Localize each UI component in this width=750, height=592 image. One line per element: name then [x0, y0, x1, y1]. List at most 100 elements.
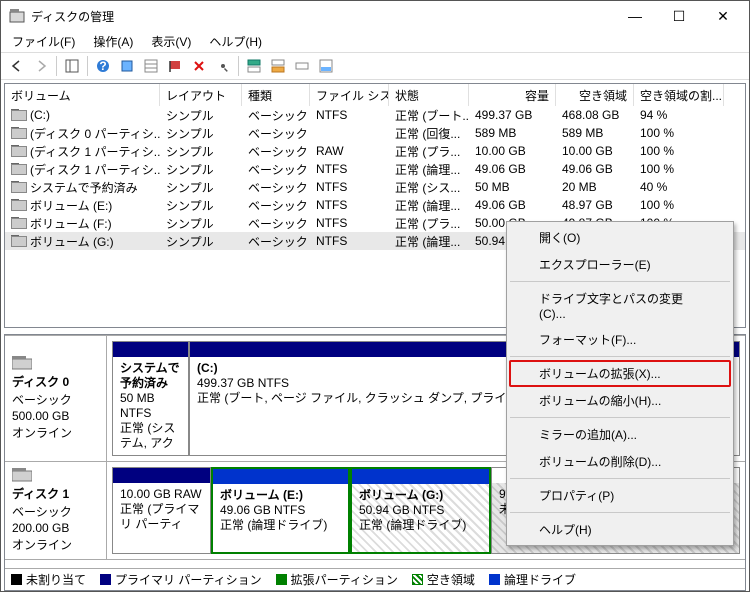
part-title: ボリューム (G:): [359, 488, 482, 503]
legend-swatch: [412, 574, 423, 585]
partition[interactable]: 10.00 GB RAW正常 (プライマリ パーティ: [112, 467, 211, 554]
context-menu-item[interactable]: エクスプローラー(E): [509, 251, 731, 278]
disk-type: ベーシック: [12, 391, 99, 408]
context-menu-item[interactable]: ボリュームの拡張(X)...: [509, 360, 731, 387]
legend-item: プライマリ パーティション: [100, 571, 262, 588]
svg-text:?: ?: [99, 59, 106, 73]
volume-row[interactable]: (C:)シンプルベーシックNTFS正常 (ブート...499.37 GB468.…: [5, 106, 745, 124]
cell-capacity: 50 MB: [469, 180, 556, 194]
context-menu-item[interactable]: ヘルプ(H): [509, 516, 731, 543]
cell-free: 20 MB: [556, 180, 634, 194]
partition[interactable]: ボリューム (E:)49.06 GB NTFS正常 (論理ドライブ): [211, 467, 350, 554]
disk-view-single-icon[interactable]: [290, 54, 314, 78]
disk-name: ディスク 1: [12, 485, 99, 502]
col-layout[interactable]: レイアウト: [160, 84, 242, 106]
settings-icon[interactable]: [314, 54, 338, 78]
legend-item: 拡張パーティション: [276, 571, 398, 588]
volume-row[interactable]: システムで予約済みシンプルベーシックNTFS正常 (シス...50 MB20 M…: [5, 178, 745, 196]
partition[interactable]: システムで予約済み50 MB NTFS正常 (システム, アク: [112, 341, 189, 456]
cell-type: ベーシック: [242, 179, 310, 196]
app-icon: [9, 8, 25, 24]
refresh-icon[interactable]: [115, 54, 139, 78]
volume-name: ボリューム (F:): [30, 215, 112, 232]
drive-icon: [11, 181, 27, 193]
disk-size: 200.00 GB: [12, 521, 99, 535]
cell-type: ベーシック: [242, 125, 310, 142]
part-size: 50.94 GB NTFS: [359, 503, 482, 518]
window-title: ディスクの管理: [31, 8, 613, 25]
partition-capbar: [213, 469, 348, 484]
disk-info[interactable]: ディスク 0ベーシック500.00 GBオンライン: [5, 336, 107, 461]
context-menu-item[interactable]: プロパティ(P): [509, 482, 731, 509]
cell-type: ベーシック: [242, 197, 310, 214]
volume-row[interactable]: ボリューム (E:)シンプルベーシックNTFS正常 (論理...49.06 GB…: [5, 196, 745, 214]
partition[interactable]: ボリューム (G:)50.94 GB NTFS正常 (論理ドライブ): [350, 467, 491, 554]
cell-status: 正常 (プラ...: [389, 215, 469, 232]
cell-capacity: 10.00 GB: [469, 144, 556, 158]
col-filesystem[interactable]: ファイル システム: [310, 84, 389, 106]
flag-icon[interactable]: [163, 54, 187, 78]
legend-label: 空き領域: [427, 573, 475, 587]
legend-item: 未割り当て: [11, 571, 86, 588]
legend-label: 未割り当て: [26, 573, 86, 587]
col-free[interactable]: 空き領域: [556, 84, 634, 106]
cell-layout: シンプル: [160, 215, 242, 232]
col-capacity[interactable]: 容量: [469, 84, 556, 106]
close-button[interactable]: ✕: [701, 6, 745, 27]
volume-row[interactable]: (ディスク 1 パーティシ...シンプルベーシックRAW正常 (プラ...10.…: [5, 142, 745, 160]
maximize-button[interactable]: ☐: [657, 6, 701, 27]
cell-pct: 94 %: [634, 108, 724, 122]
disk-icon: [12, 468, 32, 482]
partition-capbar: [352, 469, 489, 484]
minimize-button[interactable]: —: [613, 6, 657, 26]
drive-icon: [11, 235, 27, 247]
context-menu-item[interactable]: 開く(O): [509, 224, 731, 251]
menu-action[interactable]: 操作(A): [84, 31, 142, 52]
volume-name: (ディスク 0 パーティシ...: [30, 125, 160, 142]
disk-view-bottom-icon[interactable]: [266, 54, 290, 78]
cell-status: 正常 (論理...: [389, 197, 469, 214]
cell-pct: 100 %: [634, 144, 724, 158]
menu-file[interactable]: ファイル(F): [3, 31, 84, 52]
volume-row[interactable]: (ディスク 0 パーティシ...シンプルベーシック正常 (回復...589 MB…: [5, 124, 745, 142]
part-status: 正常 (プライマリ パーティ: [120, 502, 203, 532]
cell-pct: 40 %: [634, 180, 724, 194]
back-button[interactable]: [5, 54, 29, 78]
context-menu-item[interactable]: ドライブ文字とパスの変更(C)...: [509, 285, 731, 326]
delete-icon[interactable]: [187, 54, 211, 78]
volume-name: (C:): [30, 108, 50, 122]
separator: [87, 56, 88, 76]
properties-icon[interactable]: [211, 54, 235, 78]
volume-row[interactable]: (ディスク 1 パーティシ...シンプルベーシックNTFS正常 (論理...49…: [5, 160, 745, 178]
cell-free: 49.06 GB: [556, 162, 634, 176]
context-menu-item[interactable]: ボリュームの削除(D)...: [509, 448, 731, 475]
volume-name: システムで予約済み: [30, 179, 138, 196]
list-view-icon[interactable]: [139, 54, 163, 78]
drive-icon: [11, 145, 27, 157]
menu-help[interactable]: ヘルプ(H): [200, 31, 271, 52]
volume-name: (ディスク 1 パーティシ...: [30, 161, 160, 178]
disk-info[interactable]: ディスク 1ベーシック200.00 GBオンライン: [5, 462, 107, 559]
legend-label: プライマリ パーティション: [115, 573, 262, 587]
part-status: 正常 (システム, アク: [120, 421, 181, 451]
col-type[interactable]: 種類: [242, 84, 310, 106]
toolbar: ?: [1, 52, 749, 80]
forward-button[interactable]: [29, 54, 53, 78]
context-menu-item[interactable]: フォーマット(F)...: [509, 326, 731, 353]
col-status[interactable]: 状態: [389, 84, 469, 106]
legend-item: 空き領域: [412, 571, 475, 588]
cell-capacity: 589 MB: [469, 126, 556, 140]
menu-view[interactable]: 表示(V): [142, 31, 200, 52]
cell-fs: NTFS: [310, 216, 389, 230]
context-menu-item[interactable]: ミラーの追加(A)...: [509, 421, 731, 448]
help-icon[interactable]: ?: [91, 54, 115, 78]
cell-capacity: 499.37 GB: [469, 108, 556, 122]
legend-label: 拡張パーティション: [291, 573, 398, 587]
disk-view-top-icon[interactable]: [242, 54, 266, 78]
col-free-pct[interactable]: 空き領域の割...: [634, 84, 724, 106]
show-tree-button[interactable]: [60, 54, 84, 78]
menubar: ファイル(F) 操作(A) 表示(V) ヘルプ(H): [1, 31, 749, 52]
separator: [56, 56, 57, 76]
context-menu-item[interactable]: ボリュームの縮小(H)...: [509, 387, 731, 414]
col-volume[interactable]: ボリューム: [5, 84, 160, 106]
